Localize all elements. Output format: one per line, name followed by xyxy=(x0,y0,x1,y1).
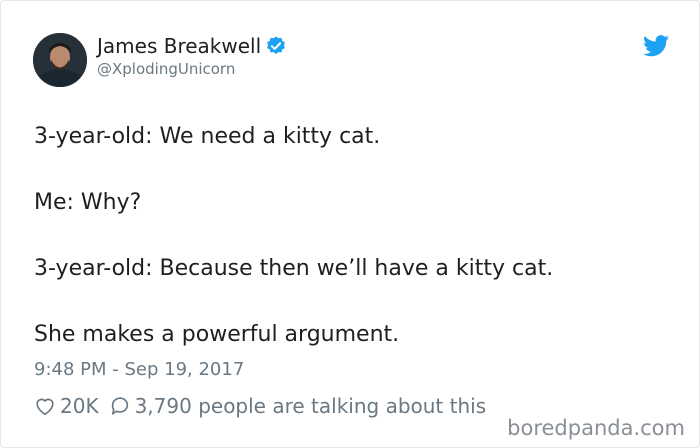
tweet-text-line: Me: Why? xyxy=(34,190,142,215)
tweet-card: James Breakwell @XplodingUnicorn 3-year-… xyxy=(0,0,700,448)
engagement-bar: 20K 3,790 people are talking about this xyxy=(34,393,486,419)
watermark: boredpanda.com xyxy=(507,416,685,440)
tweet-text-line: 3-year-old: We need a kitty cat. xyxy=(34,124,381,149)
avatar[interactable] xyxy=(33,33,87,87)
author-handle[interactable]: @XplodingUnicorn xyxy=(97,59,235,79)
conversation-link[interactable]: 3,790 people are talking about this xyxy=(135,394,487,418)
speech-bubble-icon[interactable] xyxy=(109,395,131,417)
verified-badge-icon xyxy=(265,35,287,63)
like-count[interactable]: 20K xyxy=(60,394,99,418)
tweet-text-line: 3-year-old: Because then we’ll have a ki… xyxy=(34,256,554,281)
heart-icon[interactable] xyxy=(34,395,56,417)
author-display-name[interactable]: James Breakwell xyxy=(97,34,261,58)
twitter-bird-icon[interactable] xyxy=(643,35,669,57)
tweet-text-line: She makes a powerful argument. xyxy=(34,322,400,347)
tweet-timestamp[interactable]: 9:48 PM - Sep 19, 2017 xyxy=(34,358,244,382)
